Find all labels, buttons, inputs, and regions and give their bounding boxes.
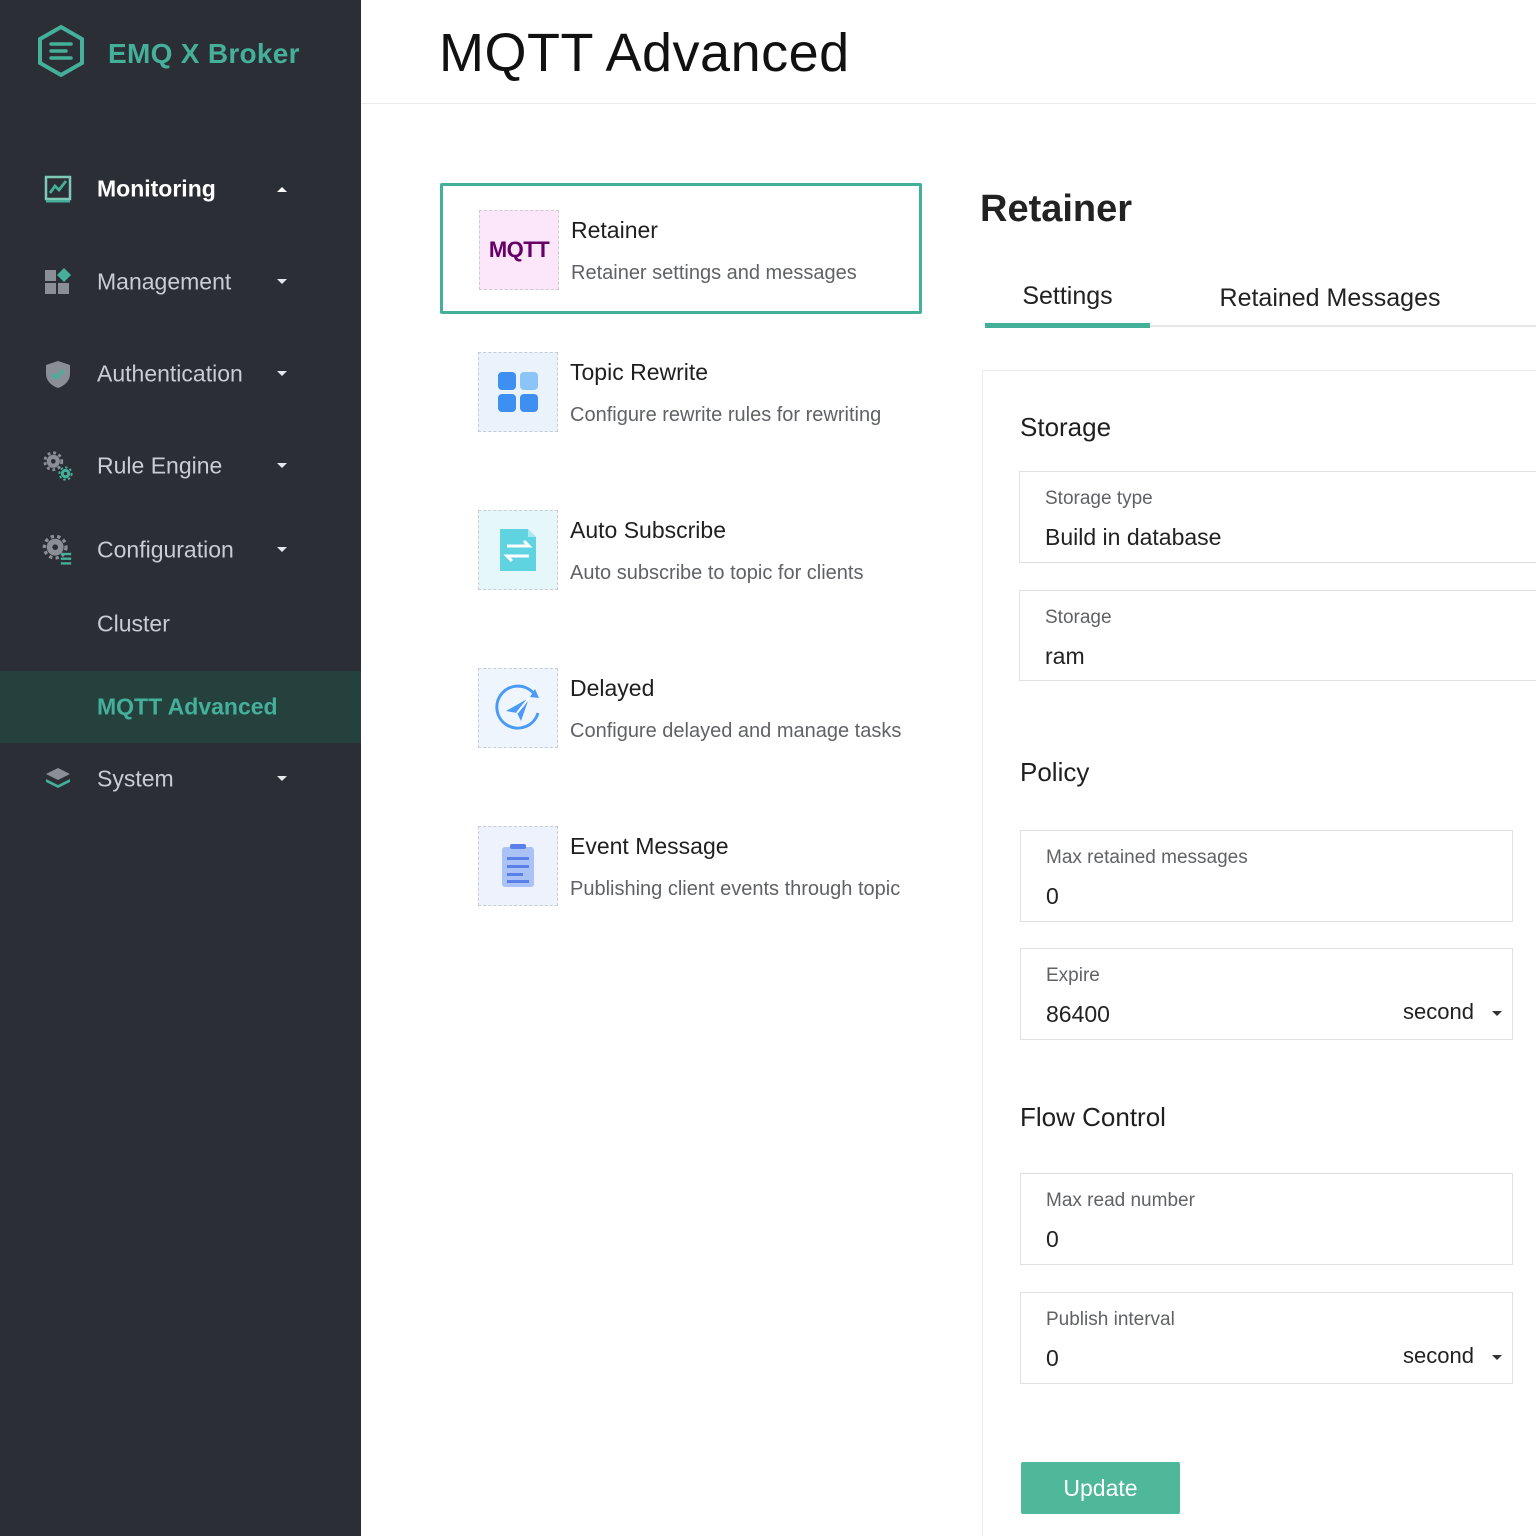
field-value: 0: [1046, 1345, 1059, 1371]
chevron-down-icon: [277, 547, 287, 552]
document-list-icon: [478, 826, 558, 906]
emqx-logo-icon: [36, 24, 86, 83]
feature-card-event-message[interactable]: Event Message Publishing client events t…: [440, 800, 922, 931]
mqtt-logo-text: MQTT: [488, 237, 550, 262]
swap-arrows-icon: [478, 510, 558, 590]
field-label: Expire: [1046, 965, 1100, 986]
publish-interval-input[interactable]: Publish interval 0 second: [1020, 1292, 1513, 1384]
max-read-number-input[interactable]: Max read number 0: [1020, 1173, 1513, 1265]
sidebar-item-label: Monitoring: [97, 175, 216, 202]
blocks-icon: [478, 352, 558, 432]
feature-description: Configure rewrite rules for rewriting: [570, 404, 882, 426]
grid-diamond-icon: [42, 266, 74, 298]
feature-card-topic-rewrite[interactable]: Topic Rewrite Configure rewrite rules fo…: [440, 326, 922, 457]
sidebar-item-label: System: [97, 765, 174, 792]
chevron-down-icon: [277, 279, 287, 284]
chevron-down-icon: [277, 371, 287, 376]
chevron-down-icon: [277, 776, 287, 781]
field-value: 86400: [1046, 1001, 1110, 1027]
sidebar-item-label: Configuration: [97, 536, 234, 563]
feature-description: Auto subscribe to topic for clients: [570, 562, 864, 584]
tab-settings[interactable]: Settings: [985, 270, 1150, 328]
policy-group-title: Policy: [1020, 757, 1090, 787]
field-label: Storage type: [1045, 488, 1153, 509]
brand-title: EMQ X Broker: [108, 37, 300, 69]
feature-card-retainer[interactable]: MQTT Retainer Retainer settings and mess…: [440, 183, 922, 314]
sidebar-item-management[interactable]: Management: [0, 246, 361, 318]
feature-title: Auto Subscribe: [570, 517, 726, 543]
sidebar-item-label: Rule Engine: [97, 452, 223, 479]
feature-description: Retainer settings and messages: [571, 262, 857, 284]
sidebar-item-label: Authentication: [97, 360, 243, 387]
feature-title: Topic Rewrite: [570, 359, 709, 385]
storage-type-select[interactable]: Storage type Build in database: [1019, 471, 1536, 563]
field-value: 0: [1046, 1226, 1059, 1252]
expire-input[interactable]: Expire 86400 second: [1020, 948, 1513, 1040]
field-label: Storage: [1045, 607, 1112, 628]
flow-control-group-title: Flow Control: [1020, 1102, 1166, 1132]
field-label: Publish interval: [1046, 1309, 1175, 1330]
layers-icon: [42, 763, 74, 795]
field-label: Max read number: [1046, 1190, 1195, 1211]
storage-group-title: Storage: [1020, 412, 1112, 442]
tab-retained-messages[interactable]: Retained Messages: [1210, 270, 1450, 327]
feature-description: Configure delayed and manage tasks: [570, 720, 902, 742]
update-button[interactable]: Update: [1021, 1462, 1180, 1514]
feature-title: Retainer: [571, 217, 658, 243]
gears-icon: [42, 450, 74, 482]
expire-unit-select[interactable]: second: [1403, 999, 1474, 1025]
feature-title: Event Message: [570, 833, 729, 859]
sidebar-item-label: Cluster: [97, 610, 170, 637]
chevron-up-icon: [277, 187, 287, 192]
chevron-down-icon: [277, 463, 287, 468]
chevron-down-icon[interactable]: [1492, 1011, 1502, 1016]
paper-plane-clock-icon: [478, 668, 558, 748]
feature-description: Publishing client events through topic: [570, 878, 901, 900]
feature-card-delayed[interactable]: Delayed Configure delayed and manage tas…: [440, 642, 922, 773]
mqtt-logo-icon: MQTT: [479, 210, 559, 290]
sidebar-item-mqtt-advanced[interactable]: MQTT Advanced: [0, 671, 361, 743]
page-title: MQTT Advanced: [439, 23, 850, 83]
sidebar-item-system[interactable]: System: [0, 743, 361, 815]
sidebar-item-authentication[interactable]: Authentication: [0, 338, 361, 410]
field-value: Build in database: [1045, 524, 1222, 550]
brand[interactable]: EMQ X Broker: [36, 24, 300, 83]
field-value: 0: [1046, 883, 1059, 909]
sidebar-item-configuration[interactable]: Configuration: [0, 514, 361, 586]
line-chart-icon: [42, 173, 74, 205]
field-label: Max retained messages: [1046, 847, 1248, 868]
gear-list-icon: [42, 534, 74, 566]
sidebar-item-label: MQTT Advanced: [97, 693, 278, 720]
chevron-down-icon[interactable]: [1492, 1355, 1502, 1360]
max-retained-messages-input[interactable]: Max retained messages 0: [1020, 830, 1513, 922]
field-value: ram: [1045, 643, 1085, 669]
publish-interval-unit-select[interactable]: second: [1403, 1343, 1474, 1369]
page-header: MQTT Advanced: [361, 0, 1536, 104]
sidebar-item-cluster[interactable]: Cluster: [0, 588, 361, 660]
storage-select[interactable]: Storage ram: [1019, 590, 1536, 681]
sidebar-item-monitoring[interactable]: Monitoring: [0, 153, 361, 225]
shield-check-icon: [42, 358, 74, 390]
section-title: Retainer: [980, 188, 1133, 230]
feature-title: Delayed: [570, 675, 655, 701]
feature-card-auto-subscribe[interactable]: Auto Subscribe Auto subscribe to topic f…: [440, 484, 922, 615]
sidebar: EMQ X Broker Monitoring Management Authe…: [0, 0, 361, 1536]
sidebar-item-rule-engine[interactable]: Rule Engine: [0, 430, 361, 502]
sidebar-item-label: Management: [97, 268, 232, 295]
tab-bar: Settings Retained Messages: [985, 270, 1536, 328]
